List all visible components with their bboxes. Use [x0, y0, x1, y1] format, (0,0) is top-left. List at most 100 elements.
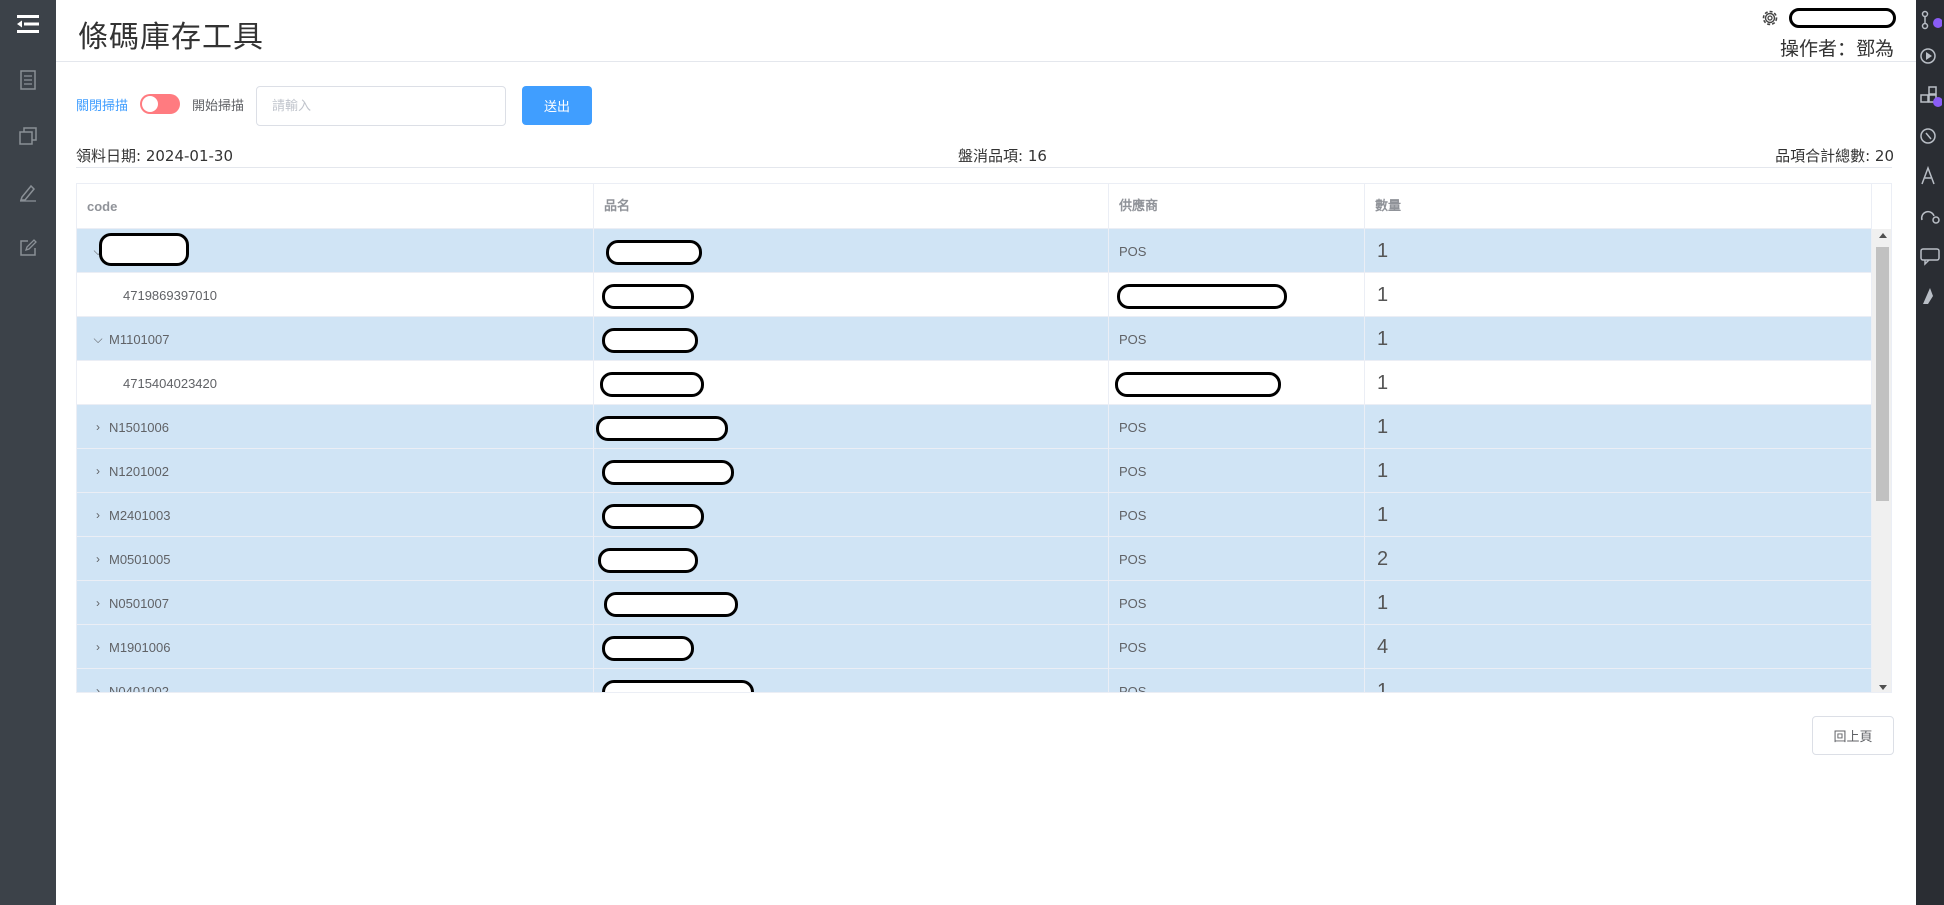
remote-explorer-icon[interactable] — [1918, 124, 1942, 148]
cell-code: › M1901006 — [77, 625, 594, 669]
cell-code: › M2401003 — [77, 493, 594, 537]
copy-icon — [19, 127, 37, 145]
table-row[interactable]: › M0501005 POS 2 — [77, 537, 1871, 581]
cell-name — [594, 669, 1109, 692]
sidebar-item-copy[interactable] — [0, 116, 56, 156]
extensions-icon[interactable] — [1918, 84, 1942, 108]
cell-name — [594, 449, 1109, 493]
cell-supplier: POS — [1109, 581, 1365, 625]
menu-toggle-button[interactable] — [0, 4, 56, 44]
pen-icon — [19, 184, 36, 202]
page-title: 條碼庫存工具 — [78, 20, 264, 55]
code-text: N0501007 — [109, 595, 169, 611]
chevron-right-icon[interactable]: › — [91, 596, 105, 610]
sidebar-item-write[interactable] — [0, 228, 56, 268]
redacted-name — [602, 328, 698, 353]
sidebar-item-document[interactable] — [0, 60, 56, 100]
redacted-name — [596, 416, 728, 441]
chevron-right-icon[interactable]: › — [91, 420, 105, 434]
scan-toggle-switch[interactable] — [140, 94, 180, 114]
cell-code: › N1201002 — [77, 449, 594, 493]
switch-knob — [142, 96, 158, 112]
scroll-down-arrow-icon[interactable] — [1879, 685, 1887, 690]
table-row[interactable]: 4715404023420 1 — [77, 361, 1871, 405]
gear-icon[interactable] — [1760, 8, 1780, 28]
table-row[interactable]: 4719869397010 1 — [77, 273, 1871, 317]
chevron-right-icon[interactable]: › — [91, 684, 105, 692]
code-text: M2401003 — [109, 507, 171, 523]
chat-icon[interactable] — [1918, 244, 1942, 268]
redacted-name — [606, 240, 702, 265]
table-row[interactable]: ⌵ M1101007 POS 1 — [77, 317, 1871, 361]
cell-code: › N0401002 — [77, 669, 594, 693]
summary-divider — [76, 167, 1892, 168]
chevron-right-icon[interactable]: › — [91, 464, 105, 478]
redacted-name — [602, 284, 694, 309]
header-gutter — [1871, 184, 1891, 229]
scan-on-label: 開始掃描 — [192, 99, 245, 114]
chevron-right-icon[interactable]: › — [91, 552, 105, 566]
table-row[interactable]: › N0401002 POS 1 — [77, 669, 1871, 693]
back-button[interactable]: 回上頁 — [1812, 716, 1894, 755]
source-control-icon[interactable] — [1918, 8, 1942, 32]
document-icon — [20, 70, 36, 90]
table-row[interactable]: › M1901006 POS 4 — [77, 625, 1871, 669]
redacted-name — [600, 372, 704, 397]
cloud-icon[interactable] — [1918, 204, 1942, 228]
cell-code: › N0501007 — [77, 581, 594, 625]
table-row[interactable]: › N1201002 POS 1 — [77, 449, 1871, 493]
redacted-supplier — [1117, 284, 1287, 309]
cell-supplier: POS — [1109, 625, 1365, 669]
header-divider — [56, 61, 1916, 62]
cell-name — [594, 229, 1109, 273]
code-text: N1201002 — [109, 463, 169, 479]
cell-supplier: POS — [1109, 449, 1365, 493]
table-row[interactable]: › M2401003 POS 1 — [77, 493, 1871, 537]
azure-icon[interactable] — [1918, 284, 1942, 308]
redacted-supplier — [1115, 372, 1281, 397]
testing-icon[interactable] — [1918, 164, 1942, 188]
scroll-up-arrow-icon[interactable] — [1879, 233, 1887, 238]
table-row[interactable]: › N1501006 POS 1 — [77, 405, 1871, 449]
cell-name — [594, 537, 1109, 581]
column-header-supplier: 供應商 — [1109, 184, 1365, 229]
table-row[interactable]: › N0501007 POS 1 — [77, 581, 1871, 625]
table-header: code 品名 供應商 數量 — [77, 184, 1871, 229]
cell-quantity: 1 — [1377, 327, 1389, 350]
table-row[interactable]: ⌵ POS 1 — [77, 229, 1871, 273]
barcode-input[interactable] — [256, 86, 506, 126]
sidebar-item-edit[interactable] — [0, 172, 56, 212]
cell-name — [594, 405, 1109, 449]
cell-quantity: 1 — [1377, 503, 1389, 526]
left-sidebar — [0, 0, 56, 905]
chevron-right-icon[interactable]: › — [91, 640, 105, 654]
column-header-code: code — [77, 184, 594, 229]
code-text: M1101007 — [109, 331, 170, 347]
cell-quantity: 1 — [1377, 283, 1389, 306]
cell-code: 4719869397010 — [77, 273, 594, 317]
edit-box-icon — [20, 239, 37, 256]
cell-quantity: 4 — [1377, 635, 1389, 658]
column-header-name: 品名 — [594, 184, 1109, 229]
code-text: 4715404023420 — [123, 375, 217, 391]
submit-button[interactable]: 送出 — [522, 86, 592, 125]
run-debug-icon[interactable] — [1918, 44, 1942, 68]
table-scrollbar[interactable] — [1871, 229, 1891, 692]
cell-quantity: 1 — [1377, 459, 1389, 482]
column-header-quantity: 數量 — [1375, 199, 1402, 214]
cell-quantity: 2 — [1377, 547, 1389, 570]
code-text: M1901006 — [109, 639, 171, 655]
code-text: N0401002 — [109, 683, 169, 693]
redacted-name — [602, 680, 754, 692]
redacted-name — [602, 460, 734, 485]
receive-date: 領料日期: 2024-01-30 — [76, 147, 233, 165]
chevron-down-icon[interactable]: ⌵ — [91, 332, 105, 347]
code-text: N1501006 — [109, 419, 169, 435]
redacted-name — [602, 504, 704, 529]
code-text: 4719869397010 — [123, 287, 217, 303]
scan-off-label: 關閉掃描 — [76, 99, 129, 114]
code-text: M0501005 — [109, 551, 171, 567]
scrollbar-thumb[interactable] — [1876, 247, 1889, 501]
operator-label: 操作者：鄧為 — [1779, 38, 1894, 60]
chevron-right-icon[interactable]: › — [91, 508, 105, 522]
